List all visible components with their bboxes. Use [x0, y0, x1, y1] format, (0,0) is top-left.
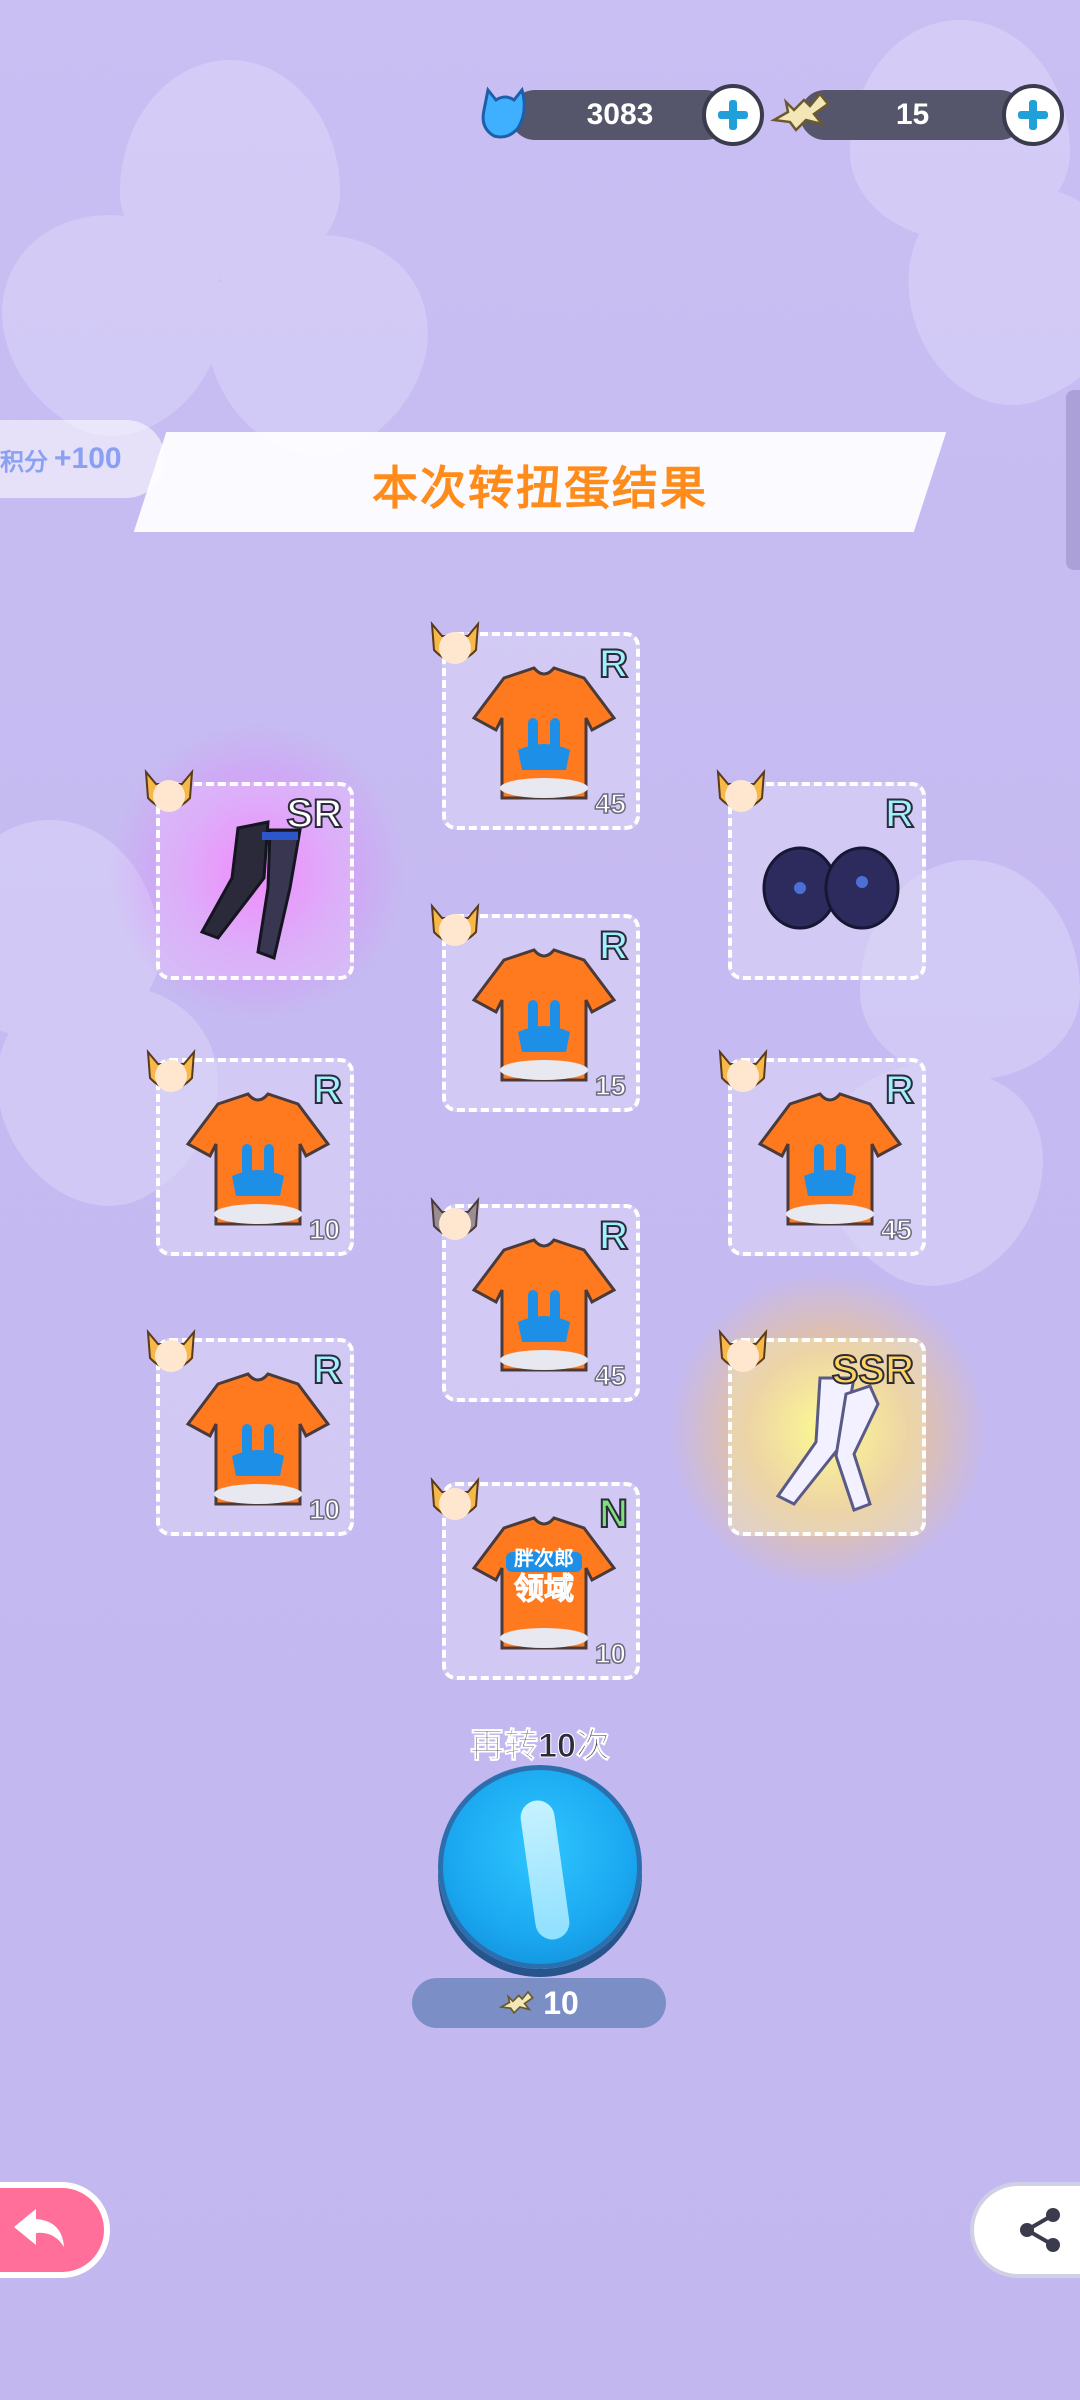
cat-girl-avatar-icon	[144, 768, 194, 812]
fish-bone-icon	[499, 1990, 535, 2015]
capsule-bar-icon	[518, 1798, 572, 1942]
spin-again-button[interactable]	[438, 1765, 642, 1969]
rarity-badge: R	[598, 923, 629, 969]
rarity-badge: R	[312, 1067, 343, 1113]
score-label: 积分	[0, 448, 48, 476]
rarity-badge: R	[312, 1347, 343, 1393]
gem-count: 3083	[586, 98, 654, 131]
add-fishbone-button[interactable]	[1002, 84, 1064, 146]
rarity-badge: R	[598, 1213, 629, 1259]
rarity-badge: R	[598, 641, 629, 687]
shirt-print-text: 胖次郎 领域	[494, 1546, 594, 1608]
rarity-badge: SSR	[831, 1347, 915, 1393]
cat-girl-avatar-icon	[146, 1048, 196, 1092]
rarity-badge: SR	[285, 791, 343, 837]
back-button[interactable]	[0, 2182, 110, 2278]
item-count: 15	[594, 1069, 627, 1102]
gem-counter: 3083	[510, 90, 730, 140]
item-count: 10	[308, 1213, 341, 1246]
fish-bone-icon	[770, 92, 830, 132]
cat-girl-avatar-icon	[430, 902, 480, 946]
plus-icon	[1018, 100, 1048, 130]
fishbone-counter: 15	[800, 90, 1025, 140]
item-count: 45	[594, 787, 627, 820]
cat-girl-avatar-icon	[718, 1048, 768, 1092]
side-panel-handle[interactable]	[1066, 390, 1080, 570]
cat-girl-avatar-icon	[716, 768, 766, 812]
blue-cat-gem-icon	[481, 86, 526, 139]
back-arrow-icon	[14, 2209, 64, 2247]
fishbone-count: 15	[895, 98, 930, 131]
currency-bar: 3083 15	[0, 82, 1080, 152]
score-tag: 积分 +100	[0, 420, 165, 498]
spin-cost-value: 10	[543, 1984, 579, 2021]
spin-cost: 10	[412, 1978, 666, 2028]
add-gems-button[interactable]	[702, 84, 764, 146]
rarity-badge: R	[884, 1067, 915, 1113]
share-button[interactable]	[970, 2182, 1080, 2278]
item-count: 10	[594, 1637, 627, 1670]
item-count: 45	[594, 1359, 627, 1392]
background-flower	[790, 0, 1080, 431]
score-value: +100	[54, 442, 122, 475]
result-title: 本次转扭蛋结果	[372, 462, 708, 514]
cat-girl-avatar-icon	[430, 1476, 480, 1520]
shirt-text-line: 领域	[514, 1573, 575, 1607]
spin-again-label: 再转10次	[470, 1727, 611, 1766]
cat-girl-avatar-icon	[430, 620, 480, 664]
plus-icon	[718, 100, 748, 130]
cat-girl-avatar-icon	[146, 1328, 196, 1372]
item-count: 45	[880, 1213, 913, 1246]
cat-girl-grey-avatar-icon	[430, 1196, 480, 1240]
cat-girl-avatar-icon	[718, 1328, 768, 1372]
shirt-text-line: 胖次郎	[514, 1548, 574, 1570]
rarity-badge: N	[598, 1491, 629, 1537]
rarity-badge: R	[884, 791, 915, 837]
share-icon	[1020, 2208, 1060, 2252]
item-count: 10	[308, 1493, 341, 1526]
